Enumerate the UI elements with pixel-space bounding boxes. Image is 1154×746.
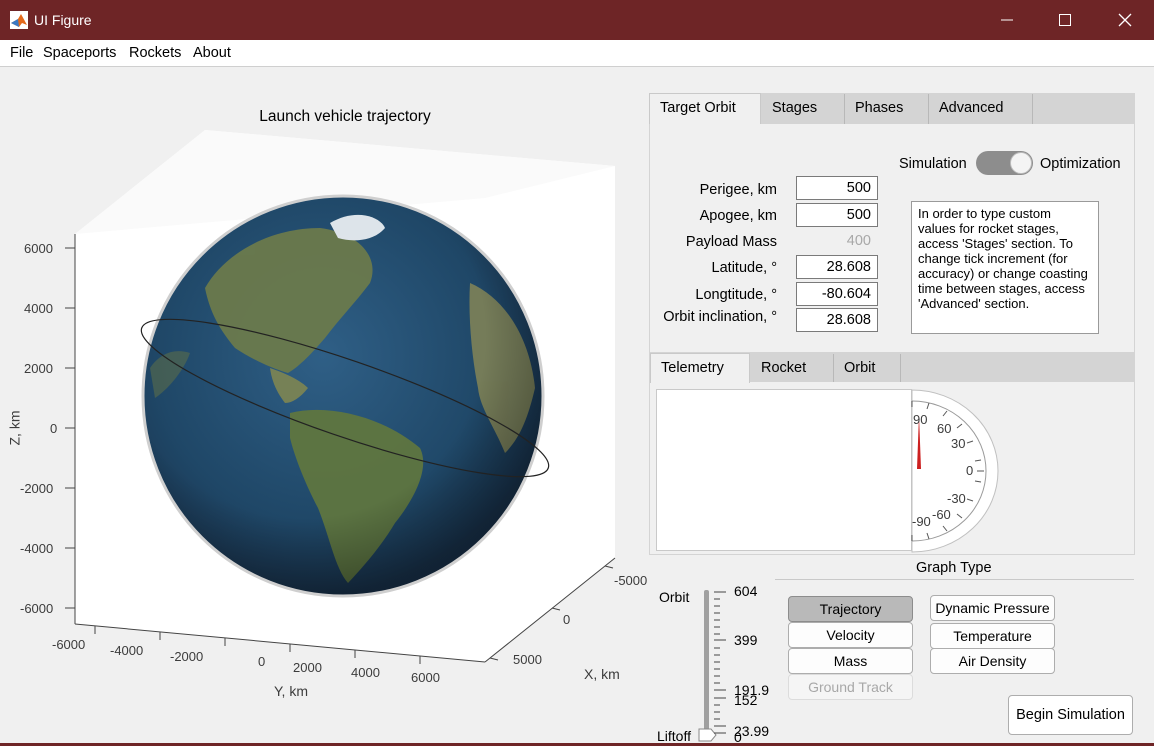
menu-rockets[interactable]: Rockets: [129, 45, 181, 61]
z-axis-ticks: [65, 247, 75, 609]
telemetry-display: [656, 389, 912, 551]
z-tick: 6000: [24, 241, 53, 256]
tab-phases[interactable]: Phases: [845, 94, 929, 124]
gauge-label: -60: [932, 507, 951, 522]
z-axis-label: Z, km: [6, 410, 23, 446]
trajectory-axes[interactable]: [0, 68, 650, 746]
apogee-field[interactable]: 500: [796, 203, 878, 227]
gauge-label: 60: [937, 421, 952, 436]
perigee-label: Perigee, km: [699, 182, 777, 198]
menu-file[interactable]: File: [10, 45, 33, 61]
menu-bar: File Spaceports Rockets About: [0, 40, 1154, 67]
gauge-label: -30: [947, 491, 966, 506]
y-tick: -4000: [110, 643, 144, 658]
z-tick: 4000: [24, 301, 53, 316]
inclination-label: Orbit inclination, °: [663, 309, 777, 325]
close-icon: [1118, 13, 1132, 27]
title-bar: UI Figure: [0, 0, 1154, 40]
graph-type-title: Graph Type: [916, 560, 992, 576]
toggle-knob: [1010, 152, 1032, 174]
y-axis-label: Y, km: [274, 683, 308, 699]
tab-telemetry[interactable]: Telemetry: [650, 353, 750, 383]
air-density-button[interactable]: Air Density: [930, 648, 1055, 674]
gauge-label: -90: [912, 514, 931, 529]
window-title: UI Figure: [34, 12, 92, 28]
y-tick: 4000: [351, 665, 380, 680]
temperature-button[interactable]: Temperature: [930, 623, 1055, 649]
x-tick: -5000: [614, 573, 648, 588]
y-tick: 2000: [293, 660, 322, 675]
dynamic-pressure-button[interactable]: Dynamic Pressure: [930, 595, 1055, 621]
info-text-box: In order to type custom values for rocke…: [911, 201, 1099, 334]
altitude-slider-track[interactable]: [704, 590, 709, 736]
slider-tick: 604: [734, 583, 758, 599]
slider-bottom-label: Liftoff: [657, 728, 691, 744]
tab-rocket[interactable]: Rocket: [751, 354, 834, 382]
longitude-label: Longtitude, °: [695, 287, 777, 303]
slider-tick: 152: [734, 692, 758, 708]
slider-tick: 399: [734, 632, 758, 648]
matlab-icon: [10, 11, 28, 29]
begin-simulation-button[interactable]: Begin Simulation: [1008, 695, 1133, 735]
maximize-button[interactable]: [1036, 0, 1094, 40]
tab-target-orbit[interactable]: Target Orbit: [649, 93, 761, 124]
latitude-field[interactable]: 28.608: [796, 255, 878, 279]
gauge-label: 30: [951, 436, 966, 451]
mass-button[interactable]: Mass: [788, 648, 913, 674]
graph-type-divider: [775, 579, 1134, 580]
minimize-icon: [1001, 19, 1013, 21]
tab-advanced[interactable]: Advanced: [929, 94, 1033, 124]
payload-mass-field: 400: [796, 229, 878, 253]
switch-label-optimization: Optimization: [1040, 156, 1121, 172]
inclination-field[interactable]: 28.608: [796, 308, 878, 332]
z-tick: -2000: [20, 481, 54, 496]
x-tick: 0: [563, 612, 571, 627]
switch-label-simulation: Simulation: [899, 156, 967, 172]
ground-track-button: Ground Track: [788, 674, 913, 700]
minimize-button[interactable]: [978, 0, 1036, 40]
earth-shading: [143, 196, 543, 596]
z-tick: -6000: [20, 601, 54, 616]
x-axis-label: X, km: [584, 666, 620, 682]
y-tick: -6000: [52, 637, 86, 652]
z-tick: 0: [50, 421, 58, 436]
slider-top-label: Orbit: [659, 589, 690, 605]
latitude-label: Latitude, °: [711, 260, 777, 276]
altitude-slider-ticks: [714, 591, 726, 734]
mode-toggle-switch[interactable]: [976, 151, 1033, 175]
tab-stages[interactable]: Stages: [762, 94, 845, 124]
y-tick: -2000: [170, 649, 204, 664]
z-tick: -4000: [20, 541, 54, 556]
maximize-icon: [1059, 14, 1071, 26]
payload-mass-label: Payload Mass: [685, 234, 777, 250]
y-tick: 0: [258, 654, 266, 669]
perigee-field[interactable]: 500: [796, 176, 878, 200]
apogee-label: Apogee, km: [699, 208, 777, 224]
menu-spaceports[interactable]: Spaceports: [43, 45, 116, 61]
tab-orbit[interactable]: Orbit: [834, 354, 901, 382]
x-tick: 5000: [513, 652, 542, 667]
trajectory-button[interactable]: Trajectory: [788, 596, 913, 622]
z-tick: 2000: [24, 361, 53, 376]
menu-about[interactable]: About: [193, 45, 231, 61]
gauge-label: 90: [913, 412, 928, 427]
longitude-field[interactable]: -80.604: [796, 282, 878, 306]
close-button[interactable]: [1096, 0, 1154, 40]
gauge-label: 0: [966, 463, 974, 478]
y-tick: 6000: [411, 670, 440, 685]
velocity-button[interactable]: Velocity: [788, 622, 913, 648]
